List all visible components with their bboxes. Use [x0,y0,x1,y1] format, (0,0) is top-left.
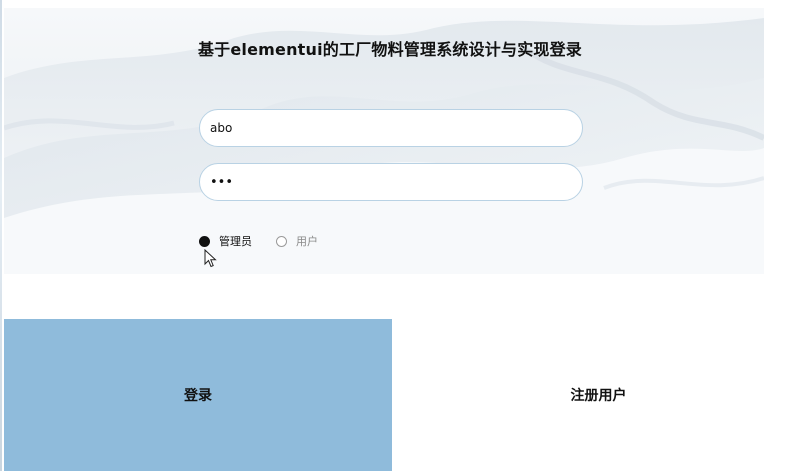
login-button[interactable]: 登录 [4,319,392,471]
register-button-label: 注册用户 [570,388,627,404]
role-label-admin: 管理员 [219,235,252,248]
role-radio-user[interactable]: 用户 [276,233,318,249]
mouse-pointer-icon [204,249,217,268]
register-button[interactable]: 注册用户 [392,319,805,471]
radio-checked-icon[interactable] [199,235,210,247]
page-title: 基于elementui的工厂物料管理系统设计与实现登录 [197,40,583,59]
left-edge-line [0,0,2,471]
username-input[interactable] [199,109,583,147]
radio-unchecked-icon[interactable] [276,235,287,247]
role-label-user: 用户 [296,235,318,248]
login-page: 基于elementui的工厂物料管理系统设计与实现登录 管理员 用户 登录 注册… [0,0,805,471]
password-input[interactable] [199,163,583,201]
role-radio-group: 管理员 用户 [199,232,342,250]
role-radio-admin[interactable]: 管理员 [199,233,252,249]
login-button-label: 登录 [184,388,212,404]
